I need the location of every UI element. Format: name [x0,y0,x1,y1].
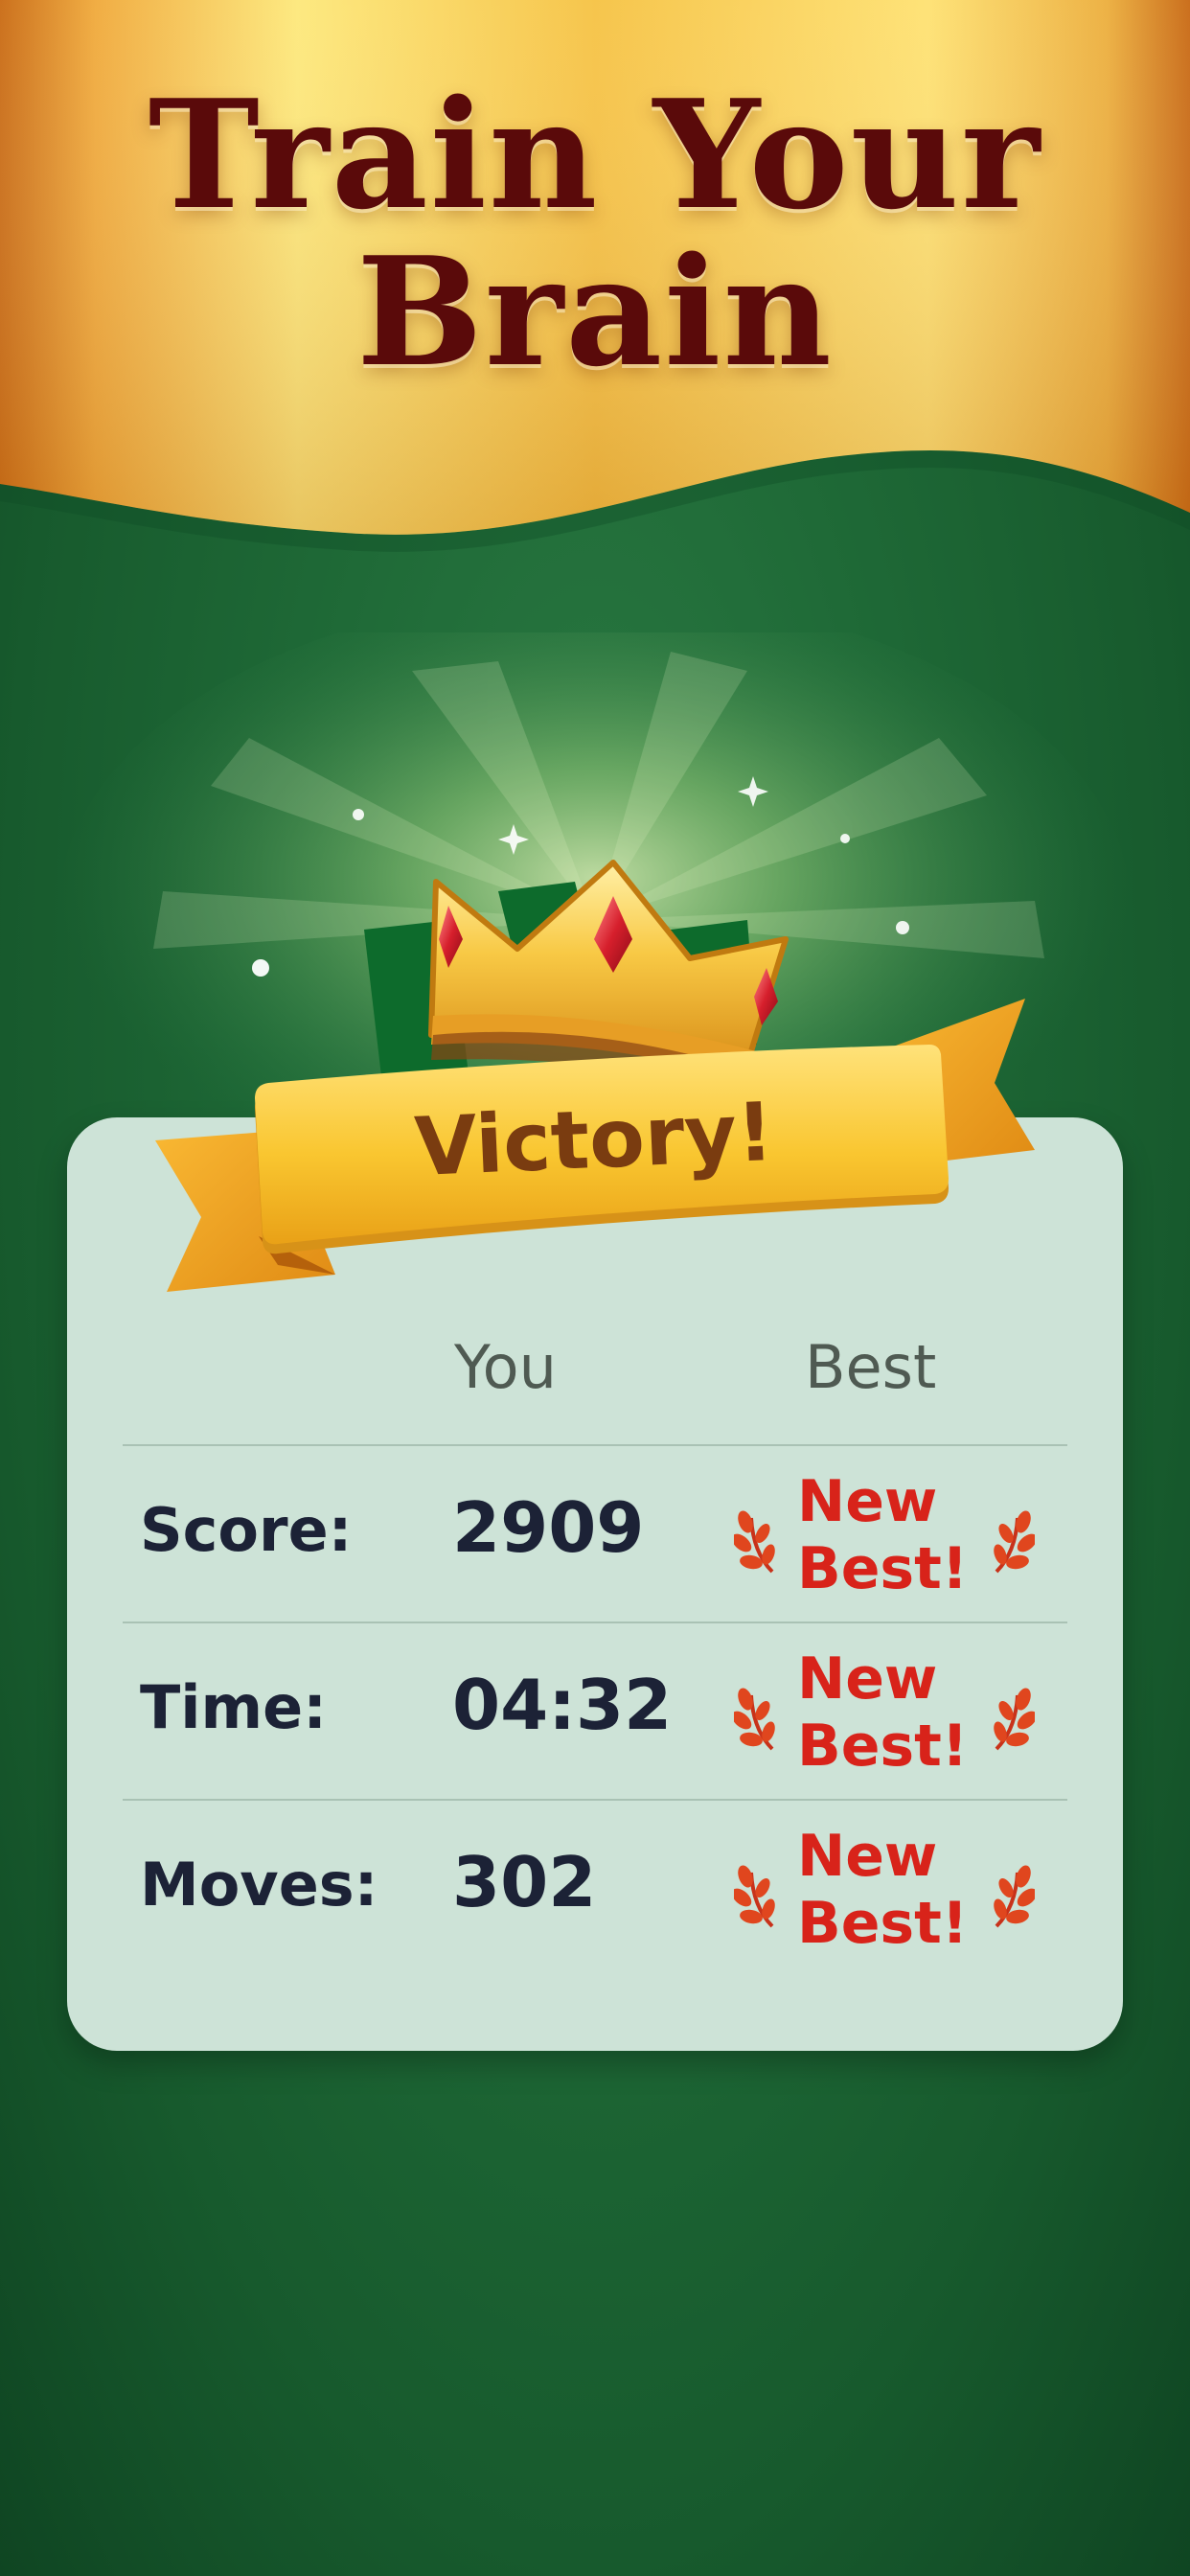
new-best-label: New Best! [797,1823,969,1957]
laurel-icon [994,1510,1035,1574]
title-line-2: Brain [356,224,834,400]
victory-screen: Train Your Brain Victory! You Best Score… [0,0,1190,2576]
moves-label: Moves: [140,1850,378,1920]
row-divider [123,1799,1067,1801]
moves-new-best-badge: New Best! [730,1819,1037,1963]
time-value: 04:32 [452,1665,673,1745]
score-label: Score: [140,1495,353,1565]
laurel-icon [734,1688,775,1751]
row-divider [123,1622,1067,1623]
title-line-1: Train Your [148,67,1042,242]
new-best-label: New Best! [797,1468,969,1602]
column-header-you: You [454,1332,557,1402]
row-divider [123,1444,1067,1446]
laurel-icon [734,1865,775,1928]
time-label: Time: [140,1672,327,1742]
column-header-best: Best [805,1332,937,1402]
laurel-icon [994,1688,1035,1751]
laurel-icon [734,1510,775,1574]
moves-value: 302 [452,1842,597,1922]
score-new-best-badge: New Best! [730,1464,1037,1608]
score-value: 2909 [452,1487,645,1568]
time-new-best-badge: New Best! [730,1642,1037,1785]
page-title: Train Your Brain [0,77,1190,391]
laurel-icon [994,1865,1035,1928]
new-best-label: New Best! [797,1645,969,1780]
